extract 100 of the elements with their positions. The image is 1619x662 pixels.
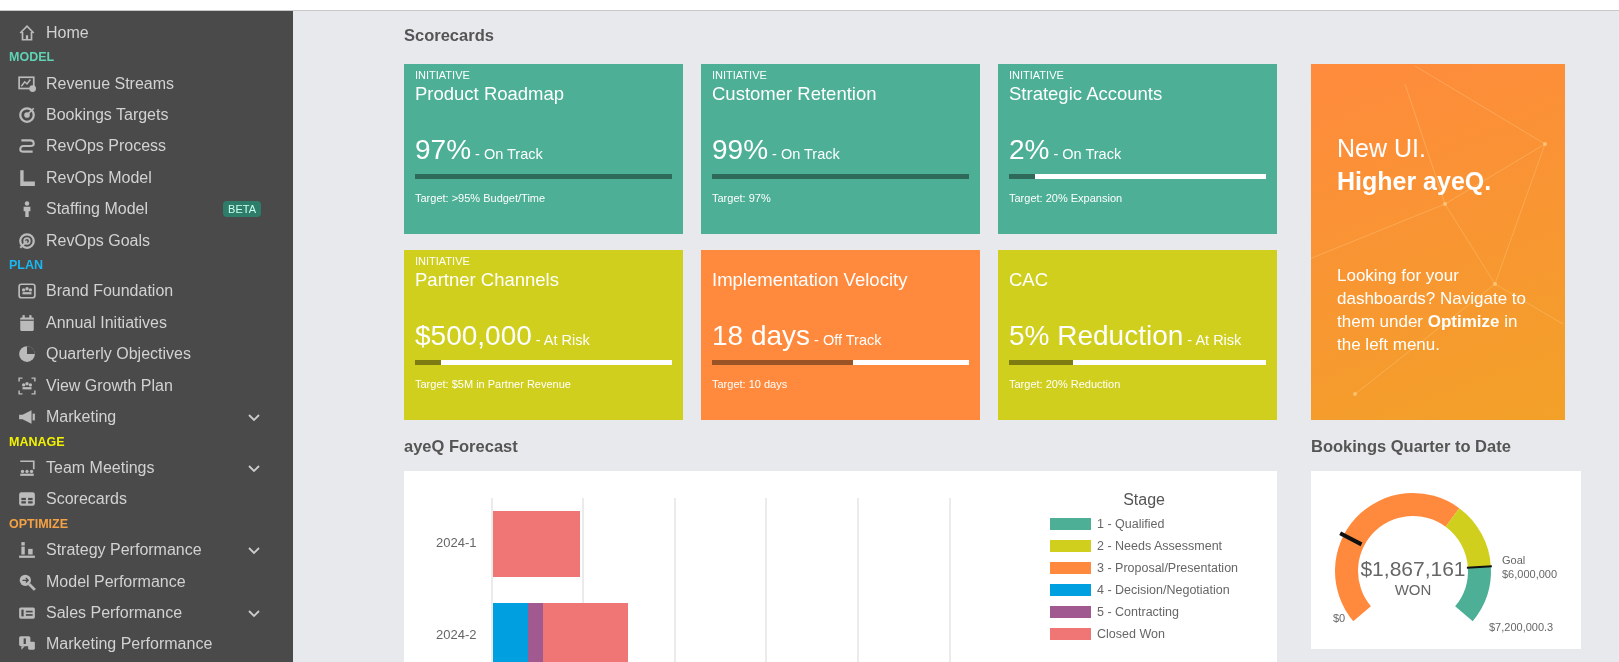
legend-label[interactable]: Closed Won <box>1097 627 1165 641</box>
ruler-icon <box>18 168 36 187</box>
promo-heading: New UI. <box>1337 133 1427 164</box>
home-icon <box>18 23 36 42</box>
sidebar-item[interactable]: Sales Performance <box>0 597 293 629</box>
card-value: 18 days <box>712 320 811 352</box>
sidebar-label: Home <box>46 23 90 42</box>
card-label: INITIATIVE <box>712 69 768 82</box>
card-target: Target: 20% Expansion <box>1009 192 1124 204</box>
sidebar-label: Staffing Model <box>46 200 149 219</box>
card-value: $500,000 <box>415 320 532 352</box>
calendar-icon <box>18 313 36 332</box>
section-title: Scorecards <box>404 26 495 45</box>
sidebar-item[interactable]: RevOps Model <box>0 162 293 194</box>
legend-label[interactable]: 1 - Qualified <box>1097 517 1165 531</box>
card-target: Target: 20% Reduction <box>1009 378 1122 390</box>
sidebar-item[interactable]: Bookings Targets <box>0 99 293 131</box>
sidebar-label: Model Performance <box>46 572 187 591</box>
legend-label[interactable]: 5 - Contracting <box>1097 605 1179 619</box>
megaphone-icon <box>18 408 36 426</box>
sidebar-label: Marketing Performance <box>46 635 214 654</box>
sidebar-item[interactable]: Brand Foundation <box>0 275 293 308</box>
sidebar-label: Revenue Streams <box>46 74 176 93</box>
sidebar-item[interactable]: Strategy Performance <box>0 534 293 566</box>
card-label: INITIATIVE <box>415 255 471 268</box>
card-target: Target: 10 days <box>712 378 789 390</box>
sidebar-label: Marketing <box>46 408 118 426</box>
axis-label: 2024-1 <box>436 535 477 550</box>
legend-label[interactable]: 4 - Decision/Negotiation <box>1097 583 1230 597</box>
target-icon <box>18 105 36 124</box>
section-title: ayeQ Forecast <box>404 437 519 456</box>
legend-label[interactable]: 3 - Proposal/Presentation <box>1097 561 1239 575</box>
gauge-max-label: $7,200,000.3 <box>1489 621 1554 633</box>
sidebar-item[interactable]: Team Meetings <box>0 452 293 484</box>
route-icon <box>18 137 36 156</box>
section-title: Bookings Quarter to Date <box>1311 437 1512 456</box>
sidebar-label: Bookings Targets <box>46 105 170 124</box>
card-value: 99% <box>712 134 769 166</box>
card-target: Target: 97% <box>712 192 772 204</box>
sidebar-label: RevOps Model <box>46 168 153 187</box>
sidebar-label: View Growth Plan <box>46 376 174 395</box>
section-heading: MODEL <box>8 49 56 67</box>
gauge-caption: WON <box>1394 581 1432 598</box>
grid-icon <box>18 490 36 509</box>
sidebar-label: Quarterly Objectives <box>46 345 192 364</box>
card-label: INITIATIVE <box>415 69 471 82</box>
card-label: INITIATIVE <box>1009 69 1065 82</box>
card-value: 2% <box>1009 134 1050 166</box>
sidebar-item[interactable]: Model Performance <box>0 565 293 598</box>
chess-icon <box>18 541 36 560</box>
sidebar-item[interactable]: Scorecards <box>0 483 293 515</box>
card-title: CAC <box>1009 269 1050 291</box>
beta-badge: BETA <box>223 201 261 218</box>
sidebar-item[interactable]: View Growth Plan <box>0 369 293 402</box>
pie-icon <box>18 345 36 364</box>
promo-heading: Higher ayeQ. <box>1337 165 1493 197</box>
card-value: 5% Reduction <box>1009 320 1184 352</box>
sidebar-item[interactable]: Revenue Streams <box>0 67 293 100</box>
group-icon <box>18 376 36 395</box>
axis-label: 2024-2 <box>436 627 477 642</box>
search-icon <box>18 572 36 591</box>
sidebar-label: Annual Initiatives <box>46 313 168 332</box>
card-status: - On Track <box>475 146 543 162</box>
sidebar-item[interactable]: RevOps Goals <box>0 224 293 257</box>
sidebar-label: RevOps Goals <box>46 231 152 250</box>
sidebar-item[interactable]: Quarterly Objectives <box>0 338 293 370</box>
sidebar-label: Scorecards <box>46 490 128 509</box>
sidebar-label: Sales Performance <box>46 603 184 622</box>
sidebar-item[interactable]: Staffing Model BETA <box>0 193 293 225</box>
card-title: Product Roadmap <box>415 83 566 105</box>
card-status: - On Track <box>772 146 840 162</box>
sidebar-item[interactable]: Home <box>0 17 293 49</box>
legend-label[interactable]: 2 - Needs Assessment <box>1097 539 1223 553</box>
sidebar-label: Strategy Performance <box>46 541 203 560</box>
card-title: Implementation Velocity <box>712 269 909 291</box>
sidebar-item[interactable]: Annual Initiatives <box>0 307 293 339</box>
sidebar-item[interactable]: Marketing Performance <box>0 628 293 661</box>
presentation-icon <box>18 458 36 477</box>
sidebar-item[interactable]: RevOps Process <box>0 130 293 163</box>
card-status: - Off Track <box>814 332 882 348</box>
gauge-min-label: $0 <box>1333 612 1346 624</box>
sidebar-item[interactable]: Marketing <box>0 401 293 433</box>
sidebar-label: RevOps Process <box>46 137 168 156</box>
promo-text: Looking for your dashboards? Navigate to them under Optimize in the left menu. <box>1336 265 1528 356</box>
chart-screen-icon <box>18 74 36 93</box>
card-title: Partner Channels <box>415 269 560 291</box>
card-status: - At Risk <box>535 332 590 348</box>
goal-label: Goal <box>1502 553 1527 568</box>
card-status: - On Track <box>1053 146 1122 162</box>
card-title: Customer Retention <box>712 83 878 105</box>
card-title: Strategic Accounts <box>1009 83 1164 105</box>
sidebar-label: Brand Foundation <box>46 282 175 301</box>
card-target: Target: >95% Budget/Time <box>415 192 547 204</box>
sidebar-label: Team Meetings <box>46 458 156 477</box>
card-value: 97% <box>415 134 472 166</box>
spiral-target-icon <box>18 231 36 250</box>
card-target: Target: $5M in Partner Revenue <box>415 378 572 390</box>
gauge-value: $1,867,161 <box>1360 557 1466 581</box>
section-heading: PLAN <box>8 257 45 275</box>
people-card-icon <box>18 282 36 301</box>
